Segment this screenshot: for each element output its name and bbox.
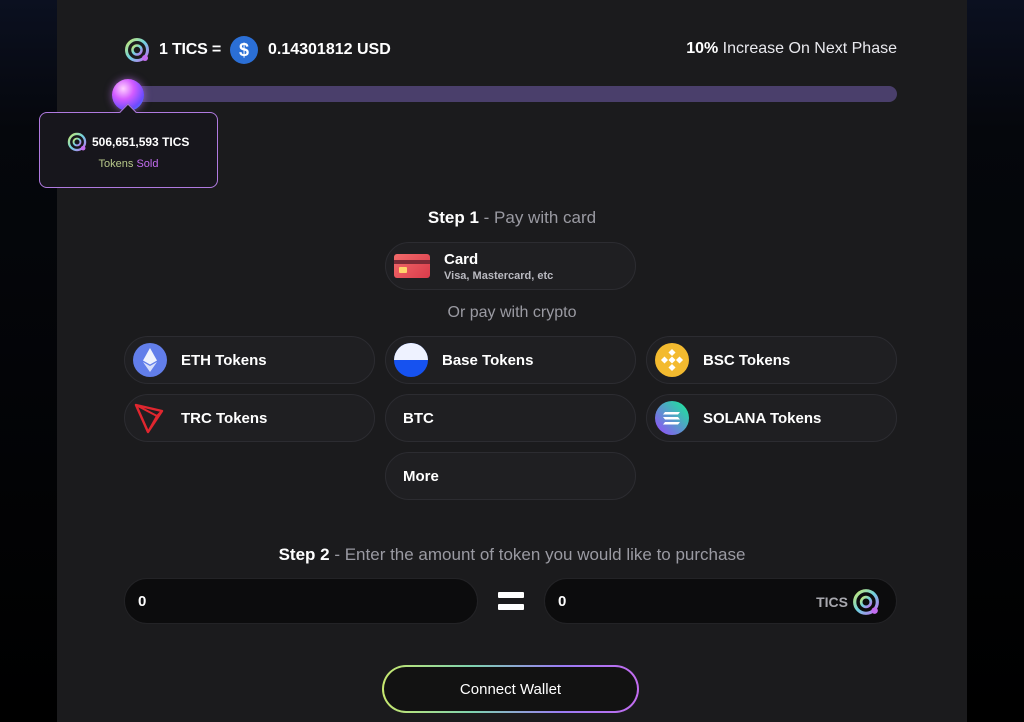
crypto-subheading: Or pay with crypto — [447, 304, 577, 321]
tokens-sold-tooltip: 506,651,593 TICS Tokens Sold — [39, 103, 218, 188]
step2-heading: Step 2 - Enter the amount of token you w… — [278, 545, 746, 564]
pay-amount-input[interactable] — [138, 592, 338, 610]
step1-heading: Step 1 - Pay with card — [427, 208, 597, 227]
pay-btc-button[interactable]: BTC — [385, 394, 636, 442]
solana-icon — [655, 401, 689, 435]
base-icon — [394, 343, 428, 377]
trc-label: TRC Tokens — [181, 409, 268, 427]
rate-row: 1 TICS = $ 0.14301812 USD — [124, 36, 391, 64]
pay-card-button[interactable]: Card Visa, Mastercard, etc — [385, 242, 636, 290]
pay-eth-button[interactable]: ETH Tokens — [124, 336, 375, 384]
btc-label: BTC — [403, 409, 434, 427]
pay-solana-button[interactable]: SOLANA Tokens — [646, 394, 897, 442]
tics-logo-icon — [125, 38, 149, 62]
pay-base-button[interactable]: Base Tokens — [385, 336, 636, 384]
tics-logo-icon — [67, 132, 87, 152]
solana-label: SOLANA Tokens — [703, 409, 822, 427]
connect-wallet-label: Connect Wallet — [384, 667, 637, 711]
receive-unit: TICS — [816, 594, 848, 610]
tokens-sold-label: Tokens Sold — [98, 158, 159, 170]
base-label: Base Tokens — [442, 351, 534, 369]
ethereum-icon — [133, 343, 167, 377]
pay-amount-field[interactable] — [124, 578, 478, 624]
pay-more-button[interactable]: More — [385, 452, 636, 500]
pay-trc-button[interactable]: TRC Tokens — [124, 394, 375, 442]
receive-amount-field[interactable]: TICS — [544, 578, 897, 624]
connect-wallet-button[interactable]: Connect Wallet — [382, 665, 639, 713]
increase-percent: 10% — [686, 40, 719, 57]
pay-bsc-button[interactable]: BSC Tokens — [646, 336, 897, 384]
bnb-icon — [655, 343, 689, 377]
increase-text: Increase On Next Phase — [718, 40, 897, 57]
tics-rate-label: 1 TICS = — [159, 41, 221, 58]
bsc-label: BSC Tokens — [703, 351, 791, 369]
usd-value: 0.14301812 USD — [267, 41, 391, 58]
more-label: More — [403, 467, 439, 485]
tics-logo-icon — [853, 589, 879, 615]
eth-label: ETH Tokens — [181, 351, 267, 369]
receive-amount-input[interactable] — [558, 592, 758, 610]
equals-icon — [498, 590, 524, 612]
tokens-sold-amount: 506,651,593 TICS — [92, 135, 190, 149]
next-phase-increase: 10% Increase On Next Phase — [686, 40, 897, 58]
credit-card-icon — [394, 254, 430, 278]
card-sublabel: Visa, Mastercard, etc — [444, 269, 554, 282]
tron-icon — [133, 401, 167, 435]
card-label: Card — [444, 250, 479, 268]
sale-progress-bar — [127, 86, 897, 102]
usd-coin-icon: $ — [229, 36, 258, 64]
